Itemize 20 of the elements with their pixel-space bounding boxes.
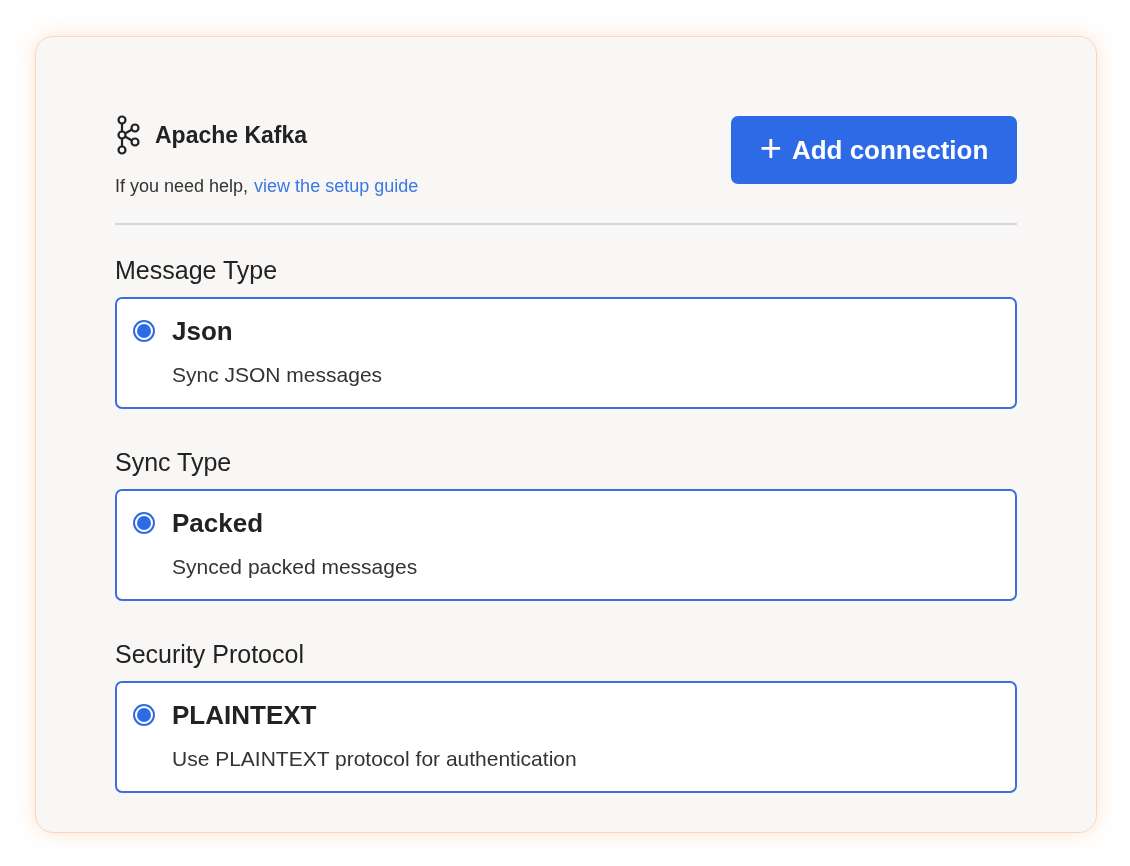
app-title: Apache Kafka bbox=[155, 120, 308, 150]
section-label: Message Type bbox=[115, 255, 279, 285]
option-description: Sync JSON messages bbox=[172, 362, 383, 388]
option-title: Packed bbox=[172, 507, 265, 539]
radio-option[interactable]: Packed Synced packed messages bbox=[115, 489, 1017, 601]
option-title: Json bbox=[172, 315, 234, 347]
radio-button[interactable] bbox=[133, 320, 155, 342]
nodes-icon bbox=[115, 115, 141, 155]
add-connection-button[interactable]: + Add connection bbox=[731, 116, 1017, 184]
section-label: Security Protocol bbox=[115, 639, 305, 669]
option-description: Synced packed messages bbox=[172, 554, 418, 580]
radio-button[interactable] bbox=[133, 512, 155, 534]
section-label: Sync Type bbox=[115, 447, 233, 477]
radio-button[interactable] bbox=[133, 704, 155, 726]
option-title: PLAINTEXT bbox=[172, 699, 318, 731]
radio-option[interactable]: PLAINTEXT Use PLAINTEXT protocol for authentication bbox=[115, 681, 1017, 793]
radio-option[interactable]: Json Sync JSON messages bbox=[115, 297, 1017, 409]
help-text: If you need help, bbox=[115, 175, 249, 198]
setup-guide-link[interactable]: view the setup guide bbox=[254, 173, 419, 200]
option-description: Use PLAINTEXT protocol for authentication bbox=[172, 746, 577, 772]
